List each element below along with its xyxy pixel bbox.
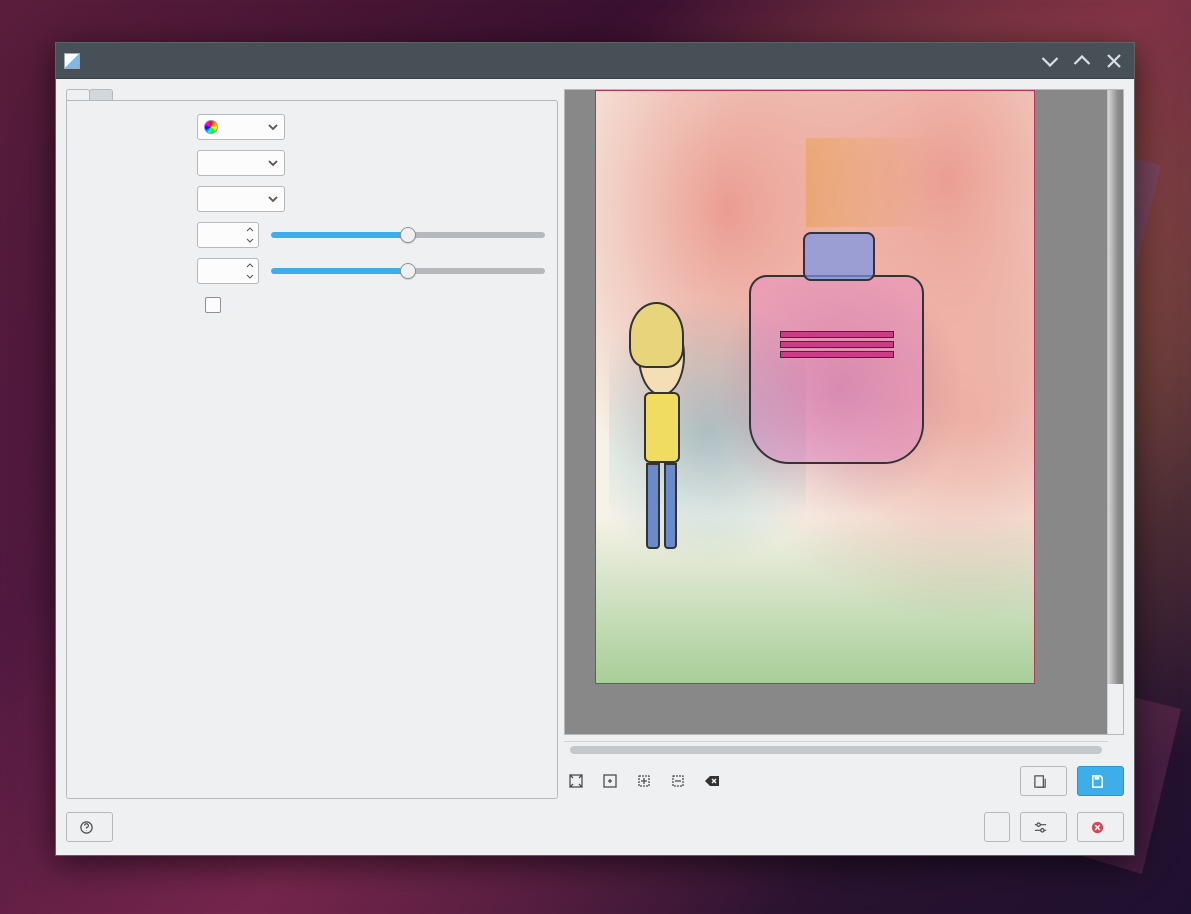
options-tabbar bbox=[66, 89, 558, 100]
skanlite-window bbox=[55, 42, 1135, 856]
preview-button[interactable] bbox=[1020, 766, 1067, 796]
resolution-select[interactable] bbox=[197, 186, 285, 212]
minimize-button[interactable] bbox=[1038, 49, 1062, 73]
contrast-spinbox[interactable] bbox=[197, 258, 259, 284]
chevron-up-icon bbox=[244, 224, 256, 235]
scan-mode-select[interactable] bbox=[197, 114, 285, 140]
zoom-fit-icon[interactable] bbox=[564, 769, 588, 793]
brightness-stepper[interactable] bbox=[244, 224, 256, 246]
brightness-spinbox[interactable] bbox=[197, 222, 259, 248]
invert-colors-checkbox[interactable] bbox=[205, 297, 221, 313]
zoom-original-icon[interactable] bbox=[598, 769, 622, 793]
zoom-out-icon[interactable] bbox=[666, 769, 690, 793]
preview-toolbar bbox=[564, 763, 1124, 799]
page-gutter bbox=[1107, 90, 1124, 684]
help-button[interactable] bbox=[66, 812, 113, 842]
basic-options-body bbox=[66, 100, 558, 799]
dialog-button-bar bbox=[66, 809, 1124, 845]
window-close-button[interactable] bbox=[1102, 49, 1126, 73]
scan-button[interactable] bbox=[1077, 766, 1124, 796]
chevron-down-icon bbox=[268, 118, 278, 136]
zoom-in-icon[interactable] bbox=[632, 769, 656, 793]
slider-thumb[interactable] bbox=[400, 263, 416, 279]
scan-bed[interactable] bbox=[565, 90, 1107, 734]
chevron-down-icon bbox=[244, 271, 256, 282]
robot-vents bbox=[780, 328, 894, 361]
about-button[interactable] bbox=[984, 812, 1010, 842]
robot-drawing bbox=[749, 275, 924, 464]
clear-selection-icon[interactable] bbox=[700, 769, 724, 793]
scrollbar-thumb[interactable] bbox=[570, 746, 1102, 754]
settings-button[interactable] bbox=[1020, 812, 1067, 842]
chevron-down-icon bbox=[244, 235, 256, 246]
kid-drawing bbox=[622, 316, 701, 553]
scrollbar-corner bbox=[1108, 741, 1124, 757]
tab-scanner-specific[interactable] bbox=[89, 89, 113, 100]
tab-basic-options[interactable] bbox=[66, 89, 90, 100]
chevron-up-icon bbox=[244, 260, 256, 271]
chevron-down-icon bbox=[268, 154, 278, 172]
horizontal-scrollbar[interactable] bbox=[564, 741, 1108, 757]
contrast-stepper[interactable] bbox=[244, 260, 256, 282]
options-panel bbox=[66, 89, 558, 799]
brightness-slider[interactable] bbox=[271, 232, 545, 238]
close-button[interactable] bbox=[1077, 812, 1124, 842]
contrast-slider[interactable] bbox=[271, 268, 545, 274]
preview-viewport[interactable] bbox=[564, 89, 1124, 735]
scanned-page[interactable] bbox=[595, 90, 1035, 684]
titlebar[interactable] bbox=[56, 43, 1134, 79]
bit-depth-select[interactable] bbox=[197, 150, 285, 176]
preview-panel bbox=[564, 89, 1124, 799]
maximize-button[interactable] bbox=[1070, 49, 1094, 73]
slider-thumb[interactable] bbox=[400, 227, 416, 243]
horizontal-scrollbar-row bbox=[564, 741, 1124, 757]
color-wheel-icon bbox=[204, 120, 218, 134]
app-icon bbox=[64, 53, 80, 69]
chevron-down-icon bbox=[268, 190, 278, 208]
